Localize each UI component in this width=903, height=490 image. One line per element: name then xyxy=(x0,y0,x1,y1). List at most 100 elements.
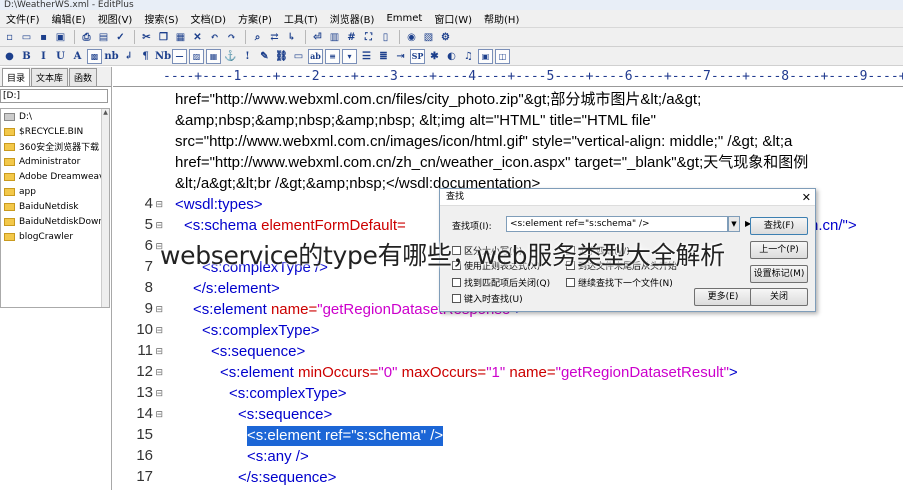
span-icon[interactable]: SP xyxy=(410,48,425,64)
fold-icon[interactable]: ⊟ xyxy=(155,368,163,378)
hr-icon[interactable]: — xyxy=(172,48,187,64)
redo-icon[interactable]: ↷ xyxy=(224,30,239,45)
find-input[interactable]: <s:element ref="s:schema" /> xyxy=(506,216,728,232)
comment-icon[interactable]: ! xyxy=(240,49,255,64)
indent-icon[interactable]: ⇥ xyxy=(393,49,408,64)
list-item[interactable]: BaiduNetdisk xyxy=(1,199,109,214)
input-icon[interactable]: ab xyxy=(308,48,323,64)
print-icon[interactable]: ⎙ xyxy=(79,30,94,45)
checkbox-label: 键入时查找(U) xyxy=(464,295,523,305)
textarea-icon[interactable]: ≡ xyxy=(325,48,340,64)
list-item[interactable]: $RECYCLE.BIN xyxy=(1,124,109,139)
list-item[interactable]: app xyxy=(1,184,109,199)
close-icon[interactable]: ✕ xyxy=(802,189,811,206)
list-item[interactable]: D:\ xyxy=(1,109,109,124)
pen-icon[interactable]: ✎ xyxy=(257,49,272,64)
underline-icon[interactable]: U xyxy=(53,49,68,64)
break-icon[interactable]: ↲ xyxy=(121,49,136,64)
more-button[interactable]: 更多(E) xyxy=(694,288,752,306)
tab-directory[interactable]: 目录 xyxy=(2,68,31,86)
menu-browser[interactable]: 浏览器(B) xyxy=(324,11,381,26)
menu-project[interactable]: 方案(P) xyxy=(232,11,278,26)
list-item[interactable]: 360安全浏览器下载 xyxy=(1,139,109,154)
chevron-down-icon[interactable]: ▼ xyxy=(728,216,740,232)
menu-tools[interactable]: 工具(T) xyxy=(278,11,324,26)
find-icon[interactable]: ⌕ xyxy=(250,30,265,45)
list-icon[interactable]: ☰ xyxy=(359,49,374,64)
menu-document[interactable]: 文档(D) xyxy=(185,11,233,26)
clip-icon[interactable]: ▧ xyxy=(421,30,436,45)
list-item[interactable]: Adobe Dreamweaver xyxy=(1,169,109,184)
fold-icon[interactable]: ⊟ xyxy=(155,326,163,336)
find-as-you-type-checkbox[interactable]: 键入时查找(U) xyxy=(452,292,523,305)
menu-help[interactable]: 帮助(H) xyxy=(478,11,525,26)
style-icon[interactable]: ✱ xyxy=(427,49,442,64)
bold-icon[interactable]: B xyxy=(19,49,34,64)
fold-icon[interactable]: ⊟ xyxy=(155,410,163,420)
fold-icon[interactable]: ⊟ xyxy=(155,305,163,315)
set-mark-button[interactable]: 设置标记(M) xyxy=(750,265,808,283)
settings-icon[interactable]: ⚙ xyxy=(438,30,453,45)
list-item[interactable]: Administrator xyxy=(1,154,109,169)
menu-view[interactable]: 视图(V) xyxy=(92,11,139,26)
fold-icon[interactable]: ⊟ xyxy=(155,221,163,231)
object-icon[interactable]: ▣ xyxy=(478,48,493,64)
preview-icon[interactable]: ◐ xyxy=(444,49,459,64)
menu-emmet[interactable]: Emmet xyxy=(380,13,428,24)
word-wrap-icon[interactable]: ⏎ xyxy=(310,30,325,45)
fold-icon[interactable]: ⊟ xyxy=(155,200,163,210)
browser-icon[interactable]: ◉ xyxy=(404,30,419,45)
menu-window[interactable]: 窗口(W) xyxy=(428,11,478,26)
spellcheck-icon[interactable]: ✓ xyxy=(113,30,128,45)
find-button[interactable]: 查找(F) xyxy=(750,217,808,235)
fold-icon[interactable]: ⊟ xyxy=(155,347,163,357)
close-on-match-checkbox[interactable]: 找到匹配项后关闭(Q) xyxy=(452,276,550,289)
line-number-icon[interactable]: # xyxy=(344,30,359,45)
new-file-icon[interactable]: ▫ xyxy=(2,30,17,45)
nbsp-icon[interactable]: nb xyxy=(104,49,119,64)
fullscreen-icon[interactable]: ⛶ xyxy=(361,30,376,45)
open-folder-icon[interactable]: ▭ xyxy=(19,30,34,45)
continue-next-file-checkbox[interactable]: 继续查找下一个文件(N) xyxy=(566,276,673,289)
cut-icon[interactable]: ✂ xyxy=(139,30,154,45)
menu-edit[interactable]: 编辑(E) xyxy=(46,11,92,26)
italic-icon[interactable]: I xyxy=(36,49,51,64)
folder-list-scrollbar[interactable]: ▲ xyxy=(101,109,109,307)
menu-search[interactable]: 搜索(S) xyxy=(138,11,184,26)
scroll-up-icon[interactable]: ▲ xyxy=(102,109,109,117)
save-icon[interactable]: ▪ xyxy=(36,30,51,45)
globe-icon[interactable]: ● xyxy=(2,49,17,64)
undo-icon[interactable]: ↶ xyxy=(207,30,222,45)
link-icon[interactable]: ⛓ xyxy=(274,49,289,64)
font-icon[interactable]: A xyxy=(70,49,85,64)
copy-icon[interactable]: ❐ xyxy=(156,30,171,45)
table-icon[interactable]: ▦ xyxy=(206,48,221,64)
sidebar-toggle-icon[interactable]: ▯ xyxy=(378,30,393,45)
print-preview-icon[interactable]: ▤ xyxy=(96,30,111,45)
align-icon[interactable]: ≣ xyxy=(376,49,391,64)
drive-select[interactable]: [D:] xyxy=(0,89,108,103)
fold-icon[interactable]: ⊟ xyxy=(155,389,163,399)
tab-cliptext[interactable]: 文本库 xyxy=(31,68,69,86)
close-button[interactable]: 关闭 xyxy=(750,288,808,306)
tab-functions[interactable]: 函数 xyxy=(69,68,98,86)
anchor-icon[interactable]: ⚓ xyxy=(223,49,238,64)
ruler-icon[interactable]: ▥ xyxy=(327,30,342,45)
list-item[interactable]: BaiduNetdiskDownload xyxy=(1,214,109,229)
music-icon[interactable]: ♫ xyxy=(461,49,476,64)
goto-icon[interactable]: ↳ xyxy=(284,30,299,45)
prev-button[interactable]: 上一个(P) xyxy=(750,241,808,259)
color-icon[interactable]: ▩ xyxy=(87,48,102,64)
delete-icon[interactable]: ✕ xyxy=(190,30,205,45)
image-icon[interactable]: ▨ xyxy=(189,48,204,64)
paste-icon[interactable]: ▦ xyxy=(173,30,188,45)
menu-file[interactable]: 文件(F) xyxy=(0,11,46,26)
paragraph-icon[interactable]: ¶ xyxy=(138,49,153,64)
form-icon[interactable]: ▭ xyxy=(291,49,306,64)
nonbreaking-icon[interactable]: Nb xyxy=(155,49,171,64)
list-item[interactable]: blogCrawler xyxy=(1,229,109,244)
replace-icon[interactable]: ⇄ xyxy=(267,30,282,45)
frame-icon[interactable]: ◫ xyxy=(495,48,510,64)
select-icon[interactable]: ▾ xyxy=(342,48,357,64)
save-all-icon[interactable]: ▣ xyxy=(53,30,68,45)
